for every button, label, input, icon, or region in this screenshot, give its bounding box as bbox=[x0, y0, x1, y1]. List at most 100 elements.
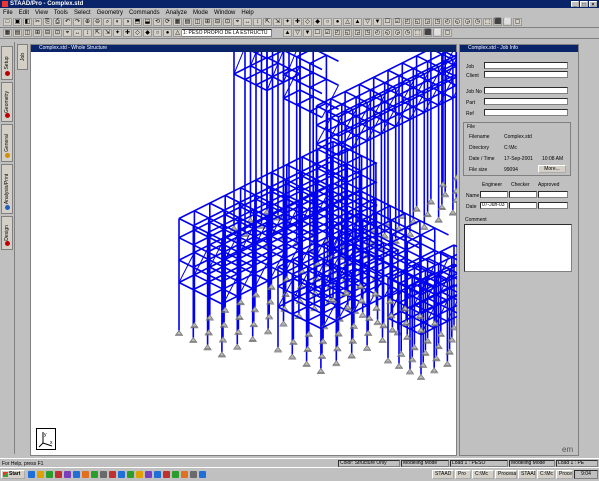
engineer-date-field[interactable]: 07-Jun-03 bbox=[480, 202, 508, 209]
toolbar-tool-icon[interactable]: ✚ bbox=[123, 29, 132, 37]
toolbar-tool-icon[interactable]: ⊞ bbox=[203, 18, 212, 26]
toolbar-tool-icon[interactable]: ▲ bbox=[283, 29, 292, 37]
taskbar-button-folder[interactable]: C:\Mc bbox=[472, 470, 494, 479]
start-button[interactable]: Start bbox=[1, 470, 25, 479]
toolbar-tool-icon[interactable]: ◲ bbox=[353, 29, 362, 37]
toolbar-tool-icon[interactable]: ⊡ bbox=[223, 18, 232, 26]
quick-launch-icon[interactable] bbox=[127, 471, 134, 478]
toolbar-tool-icon[interactable]: ◵ bbox=[383, 29, 392, 37]
checker-date-field[interactable] bbox=[509, 202, 537, 209]
menu-help[interactable]: Help bbox=[241, 10, 253, 16]
toolbar-tool-icon[interactable]: ✦ bbox=[283, 18, 292, 26]
toolbar-tool-icon[interactable]: ◷ bbox=[473, 18, 482, 26]
toolbar-tool-icon[interactable]: ◴ bbox=[443, 18, 452, 26]
toolbar-tool-icon[interactable]: ⬛ bbox=[423, 29, 432, 37]
taskbar-button-staad-2[interactable]: STAAD bbox=[518, 470, 536, 479]
menu-select[interactable]: Select bbox=[74, 10, 91, 16]
toolbar-tool-icon[interactable]: ⊕ bbox=[83, 18, 92, 26]
toolbar-tool-icon[interactable]: ◳ bbox=[433, 18, 442, 26]
quick-launch-icon[interactable] bbox=[109, 471, 116, 478]
toolbar-tool-icon[interactable]: ⌖ bbox=[63, 29, 72, 37]
toolbar-tool-icon[interactable]: ↶ bbox=[63, 18, 72, 26]
close-button[interactable]: × bbox=[589, 1, 597, 7]
toolbar-tool-icon[interactable]: ◴ bbox=[373, 29, 382, 37]
toolbar-tool-icon[interactable]: ✦ bbox=[113, 29, 122, 37]
toolbar-tool-icon[interactable]: ⇱ bbox=[263, 18, 272, 26]
quick-launch-icon[interactable] bbox=[190, 471, 197, 478]
toolbar-tool-icon[interactable]: ↔ bbox=[243, 18, 252, 26]
toolbar-tool-icon[interactable]: ◶ bbox=[393, 29, 402, 37]
toolbar-tool-icon[interactable]: ↔ bbox=[73, 29, 82, 37]
quick-launch-icon[interactable] bbox=[145, 471, 152, 478]
toolbar-tool-icon[interactable]: ☐ bbox=[313, 29, 322, 37]
toolbar-tool-icon[interactable]: ▲ bbox=[353, 18, 362, 26]
quick-launch-icon[interactable] bbox=[73, 471, 80, 478]
engineer-name-field[interactable] bbox=[480, 191, 508, 198]
taskbar-button-staad[interactable]: STAAD bbox=[432, 470, 454, 479]
toolbar-tool-icon[interactable]: ↕ bbox=[253, 18, 262, 26]
toolbar-tool-icon[interactable]: ▣ bbox=[13, 18, 22, 26]
toolbar-tool-icon[interactable]: ◫ bbox=[193, 18, 202, 26]
toolbar-tool-icon[interactable]: ◰ bbox=[403, 18, 412, 26]
ref-field[interactable] bbox=[484, 109, 568, 116]
toolbar-tool-icon[interactable]: ◐ bbox=[113, 18, 122, 26]
toolbar-tool-icon[interactable]: ⬛ bbox=[493, 18, 502, 26]
minimize-button[interactable]: _ bbox=[571, 1, 579, 7]
toolbar-tool-icon[interactable]: ✂ bbox=[33, 18, 42, 26]
toolbar-tool-icon[interactable]: ⎙ bbox=[53, 18, 62, 26]
toolbar-tool-icon[interactable]: ◱ bbox=[343, 29, 352, 37]
part-field[interactable] bbox=[484, 98, 568, 105]
toolbar-tool-icon[interactable]: ◧ bbox=[23, 18, 32, 26]
quick-launch-icon[interactable] bbox=[55, 471, 62, 478]
toolbar-tool-icon[interactable]: ▤ bbox=[183, 18, 192, 26]
checker-name-field[interactable] bbox=[509, 191, 537, 198]
quick-launch-icon[interactable] bbox=[37, 471, 44, 478]
toolbar-tool-icon[interactable]: ▤ bbox=[13, 29, 22, 37]
toolbar-tool-icon[interactable]: ⇲ bbox=[273, 18, 282, 26]
toolbar-tool-icon[interactable]: ⬜ bbox=[433, 29, 442, 37]
toolbar-tool-icon[interactable]: ◇ bbox=[133, 29, 142, 37]
toolbar-tool-icon[interactable]: ↕ bbox=[83, 29, 92, 37]
menu-window[interactable]: Window bbox=[214, 10, 235, 16]
toolbar-tool-icon[interactable]: ☐ bbox=[383, 18, 392, 26]
toolbar-tool-icon[interactable]: ● bbox=[333, 18, 342, 26]
toolbar-tool-icon[interactable]: ⬜ bbox=[503, 18, 512, 26]
menu-commands[interactable]: Commands bbox=[129, 10, 160, 16]
approved-date-field[interactable] bbox=[538, 202, 568, 209]
toolbar-tool-icon[interactable]: ⊞ bbox=[33, 29, 42, 37]
toolbar-tool-icon[interactable]: ⟲ bbox=[153, 18, 162, 26]
toolbar-tool-icon[interactable]: ◇ bbox=[303, 18, 312, 26]
tab-design[interactable]: Design bbox=[1, 216, 13, 250]
quick-launch-icon[interactable] bbox=[64, 471, 71, 478]
quick-launch-icon[interactable] bbox=[136, 471, 143, 478]
toolbar-tool-icon[interactable]: ● bbox=[163, 29, 172, 37]
menu-tools[interactable]: Tools bbox=[54, 10, 68, 16]
toolbar-tool-icon[interactable]: △ bbox=[343, 18, 352, 26]
approved-name-field[interactable] bbox=[538, 191, 568, 198]
menu-edit[interactable]: Edit bbox=[19, 10, 29, 16]
toolbar-tool-icon[interactable]: ⬚ bbox=[413, 29, 422, 37]
toolbar-tool-icon[interactable]: ○ bbox=[153, 29, 162, 37]
toolbar-tool-icon[interactable]: ▽ bbox=[293, 29, 302, 37]
toolbar-tool-icon[interactable]: ▢ bbox=[443, 29, 452, 37]
tab-job[interactable]: Job bbox=[17, 44, 28, 70]
toolbar-tool-icon[interactable]: ⊡ bbox=[53, 29, 62, 37]
quick-launch-icon[interactable] bbox=[91, 471, 98, 478]
toolbar-tool-icon[interactable]: □ bbox=[3, 18, 12, 26]
menu-file[interactable]: File bbox=[3, 10, 13, 16]
toolbar-tool-icon[interactable]: ▼ bbox=[373, 18, 382, 26]
tab-geometry[interactable]: Geometry bbox=[1, 82, 13, 122]
taskbar-button-procesador[interactable]: Procesador bbox=[495, 470, 517, 479]
toolbar-tool-icon[interactable]: ▦ bbox=[173, 18, 182, 26]
toolbar-tool-icon[interactable]: ▽ bbox=[363, 18, 372, 26]
comment-textarea[interactable] bbox=[464, 224, 572, 272]
quick-launch-icon[interactable] bbox=[46, 471, 53, 478]
toolbar-tool-icon[interactable]: ↷ bbox=[73, 18, 82, 26]
job-no-field[interactable] bbox=[484, 87, 568, 94]
toolbar-tool-icon[interactable]: ◫ bbox=[23, 29, 32, 37]
toolbar-tool-icon[interactable]: ⬒ bbox=[133, 18, 142, 26]
quick-launch-icon[interactable] bbox=[172, 471, 179, 478]
toolbar-tool-icon[interactable]: ⇲ bbox=[103, 29, 112, 37]
menu-view[interactable]: View bbox=[35, 10, 48, 16]
toolbar-tool-icon[interactable]: ◵ bbox=[453, 18, 462, 26]
